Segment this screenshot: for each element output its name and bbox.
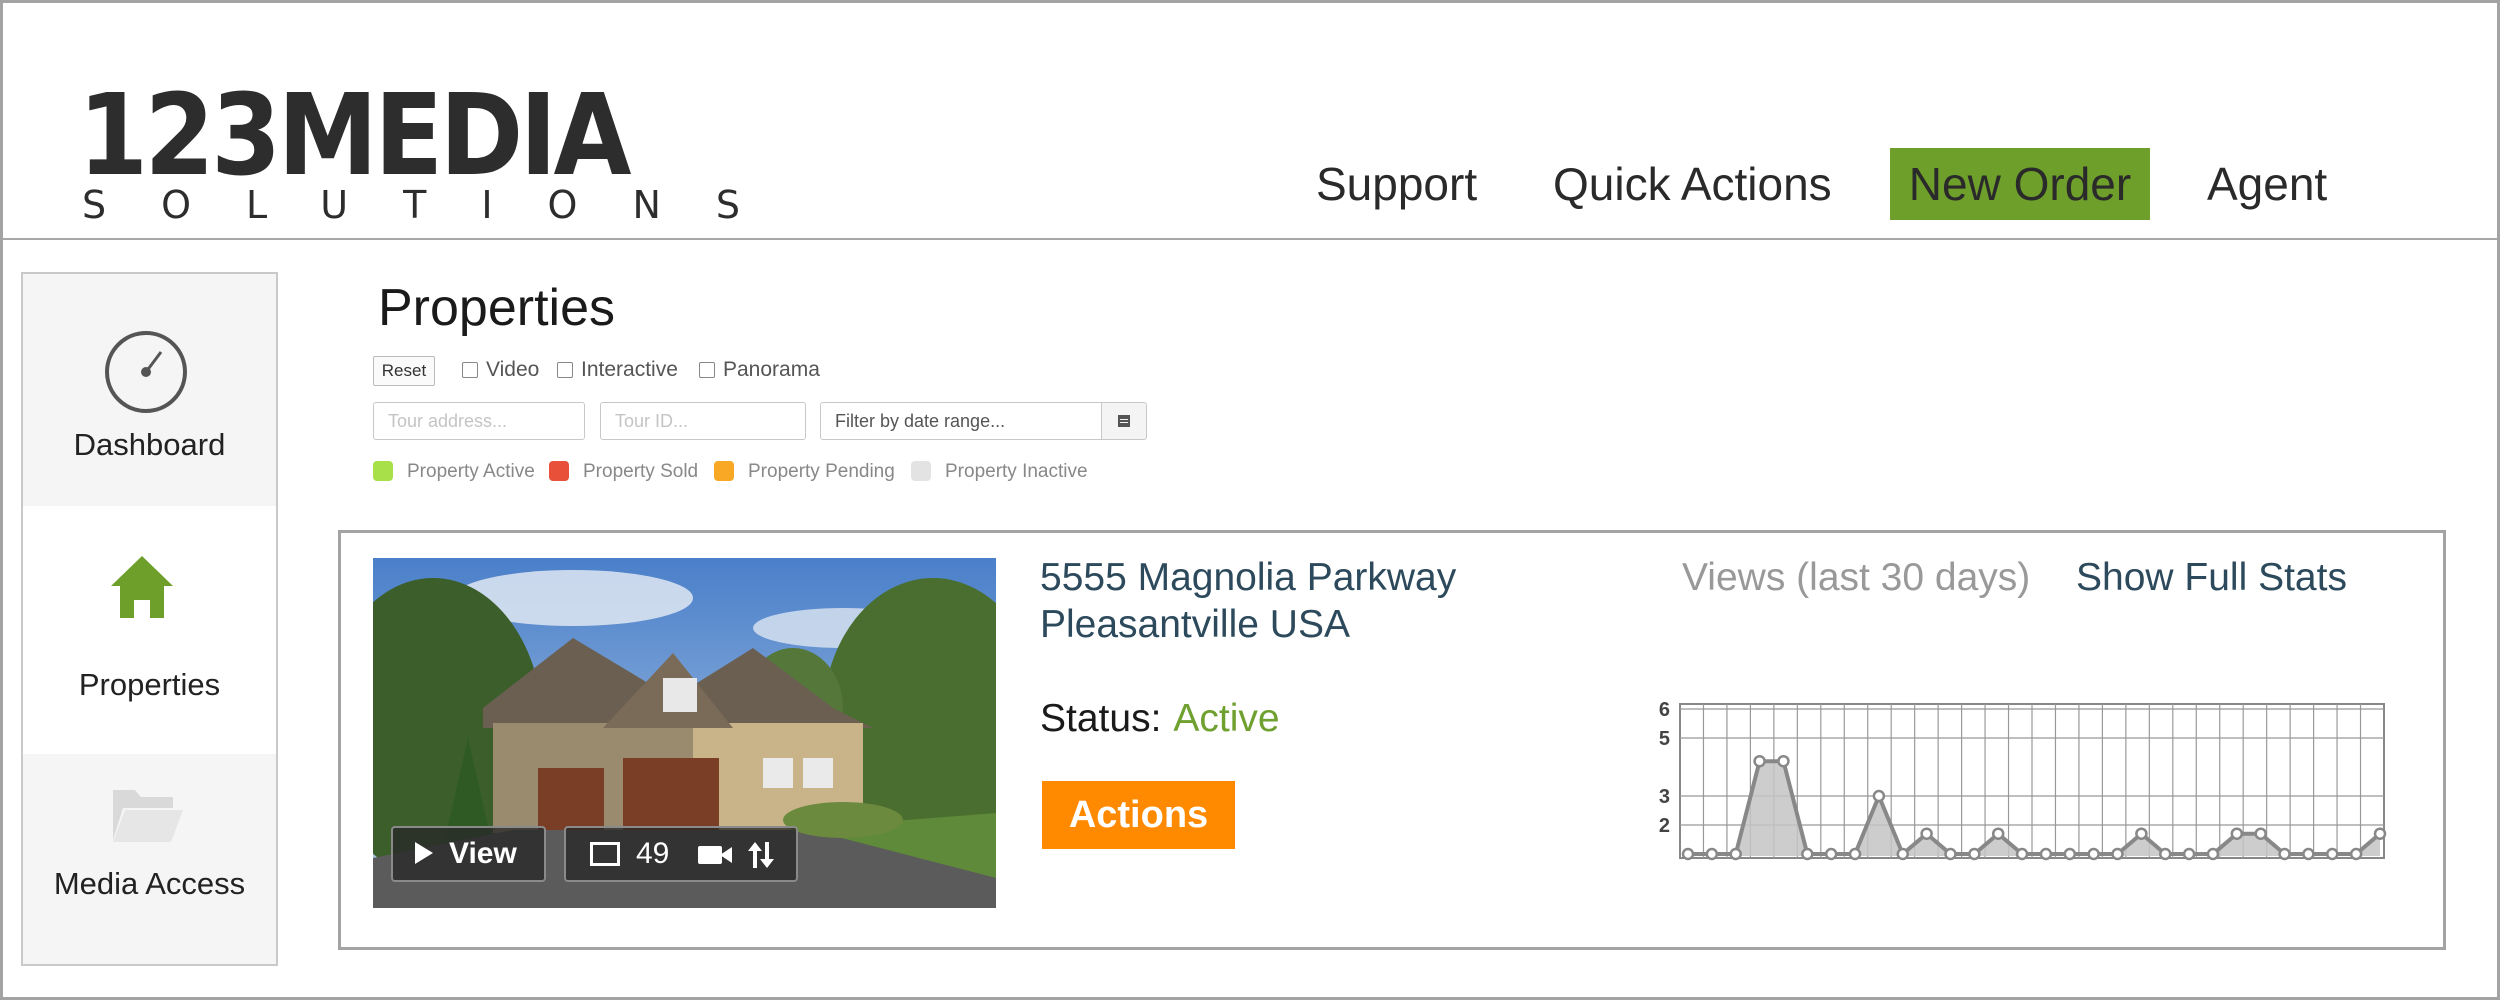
checkbox-label: Video (486, 358, 540, 381)
legend-property-pending: Property Pending (714, 460, 895, 484)
chart-data-point (1705, 847, 1719, 861)
views-chart-title: Views (last 30 days) (1682, 556, 2031, 599)
chart-data-point (2254, 827, 2267, 840)
chart-data-point (1801, 847, 1814, 861)
chart-data-point (1896, 847, 1910, 861)
checkbox-box[interactable] (557, 362, 573, 378)
status-value: Active (1173, 697, 1280, 740)
chart-data-point (1729, 847, 1742, 861)
chart-data-point (2182, 847, 2196, 861)
tour-address-input[interactable] (373, 402, 585, 440)
checkbox-label: Interactive (581, 358, 678, 381)
media-counts[interactable]: 49 (564, 826, 798, 882)
video-camera-icon (698, 846, 732, 864)
brand-logo[interactable]: 123MEDIA SOLUTIONS (78, 80, 795, 224)
chart-data-point (1681, 847, 1695, 861)
property-address-line2[interactable]: Pleasantville USA (1040, 603, 1350, 647)
checkbox-box[interactable] (462, 362, 478, 378)
gauge-icon (105, 331, 187, 413)
view-button-label: View (449, 837, 517, 870)
checkbox-box[interactable] (699, 362, 715, 378)
chart-data-point (2135, 827, 2148, 840)
chart-data-point (2278, 847, 2291, 861)
legend-label: Property Active (407, 461, 535, 482)
nav-agent[interactable]: Agent (2207, 148, 2327, 220)
legend-property-sold: Property Sold (549, 460, 698, 484)
image-icon (590, 842, 620, 866)
sidebar-item-label: Properties (78, 667, 221, 702)
actions-button[interactable]: Actions (1042, 781, 1235, 849)
chart-data-point (2349, 847, 2363, 861)
chart-data-point (1824, 847, 1838, 861)
home-icon (111, 556, 173, 618)
chart-data-point (2039, 847, 2053, 861)
show-full-stats-link[interactable]: Show Full Stats (2076, 556, 2347, 600)
chart-data-point (1944, 847, 1957, 861)
image-count: 49 (636, 837, 670, 870)
legend-property-inactive: Property Inactive (911, 460, 1088, 484)
legend-swatch (373, 461, 393, 481)
legend-label: Property Pending (748, 461, 895, 482)
calendar-button[interactable] (1101, 402, 1147, 440)
chart-data-point (1968, 847, 1981, 861)
chart-data-point (2326, 847, 2339, 861)
chart-data-point (1991, 827, 2005, 840)
chart-data-point (1872, 789, 1886, 803)
chart-y-tick-label: 6 (1659, 699, 1670, 721)
status-label: Status: (1040, 697, 1162, 740)
sidebar-item-label: Media Access (53, 866, 246, 901)
legend-swatch (714, 461, 734, 481)
legend-label: Property Inactive (945, 461, 1088, 482)
sidebar-item-media-access[interactable]: Media Access (23, 754, 276, 964)
chart-y-tick-label: 2 (1659, 815, 1670, 837)
chart-data-point (2302, 847, 2315, 861)
chart-data-point (2087, 847, 2100, 861)
new-order-button[interactable]: New Order (1890, 148, 2150, 220)
legend-swatch (911, 461, 931, 481)
chart-y-tick-label: 5 (1659, 728, 1670, 750)
chart-data-point (1848, 847, 1862, 861)
nav-quick-actions[interactable]: Quick Actions (1553, 148, 1832, 220)
chart-data-point (1777, 754, 1790, 768)
tour-id-input[interactable] (600, 402, 806, 440)
date-range-input[interactable] (820, 402, 1102, 440)
header-divider (3, 238, 2497, 240)
property-status: Status: Active (1040, 697, 1280, 741)
legend-property-active: Property Active (373, 460, 535, 484)
panorama-checkbox[interactable]: Panorama (699, 358, 820, 382)
interactive-checkbox[interactable]: Interactive (557, 358, 678, 382)
page-title: Properties (378, 279, 615, 337)
chart-data-point (2111, 847, 2124, 861)
calendar-icon (1118, 415, 1130, 427)
sidebar-item-label: Dashboard (73, 427, 226, 462)
sidebar-item-properties[interactable]: Properties (23, 506, 276, 754)
chart-data-point (2158, 847, 2172, 861)
checkbox-label: Panorama (723, 358, 820, 381)
chart-data-point (2063, 847, 2077, 861)
reset-button[interactable]: Reset (373, 356, 435, 386)
views-chart: 2 3 5 6 (1659, 699, 2387, 861)
chart-data-point (2373, 827, 2387, 840)
folder-icon (113, 790, 183, 842)
chart-data-point (1753, 754, 1766, 768)
sidebar-item-dashboard[interactable]: Dashboard (23, 274, 276, 506)
sidebar: Dashboard Properties Media Access (21, 272, 278, 966)
legend-label: Property Sold (583, 461, 699, 482)
logo-wordmark: 123MEDIA (78, 71, 632, 201)
video-checkbox[interactable]: Video (462, 358, 539, 382)
chart-y-tick-label: 3 (1659, 786, 1670, 808)
play-icon (415, 842, 433, 864)
chart-data-point (2206, 847, 2220, 861)
legend-swatch (549, 461, 569, 481)
nav-support[interactable]: Support (1316, 148, 1477, 220)
view-button[interactable]: View (391, 826, 546, 882)
chart-data-point (2230, 827, 2244, 840)
chart-data-point (1920, 827, 1933, 840)
sort-arrows-icon (748, 842, 774, 868)
chart-data-point (2015, 847, 2029, 861)
property-address-line1[interactable]: 5555 Magnolia Parkway (1040, 556, 1456, 600)
